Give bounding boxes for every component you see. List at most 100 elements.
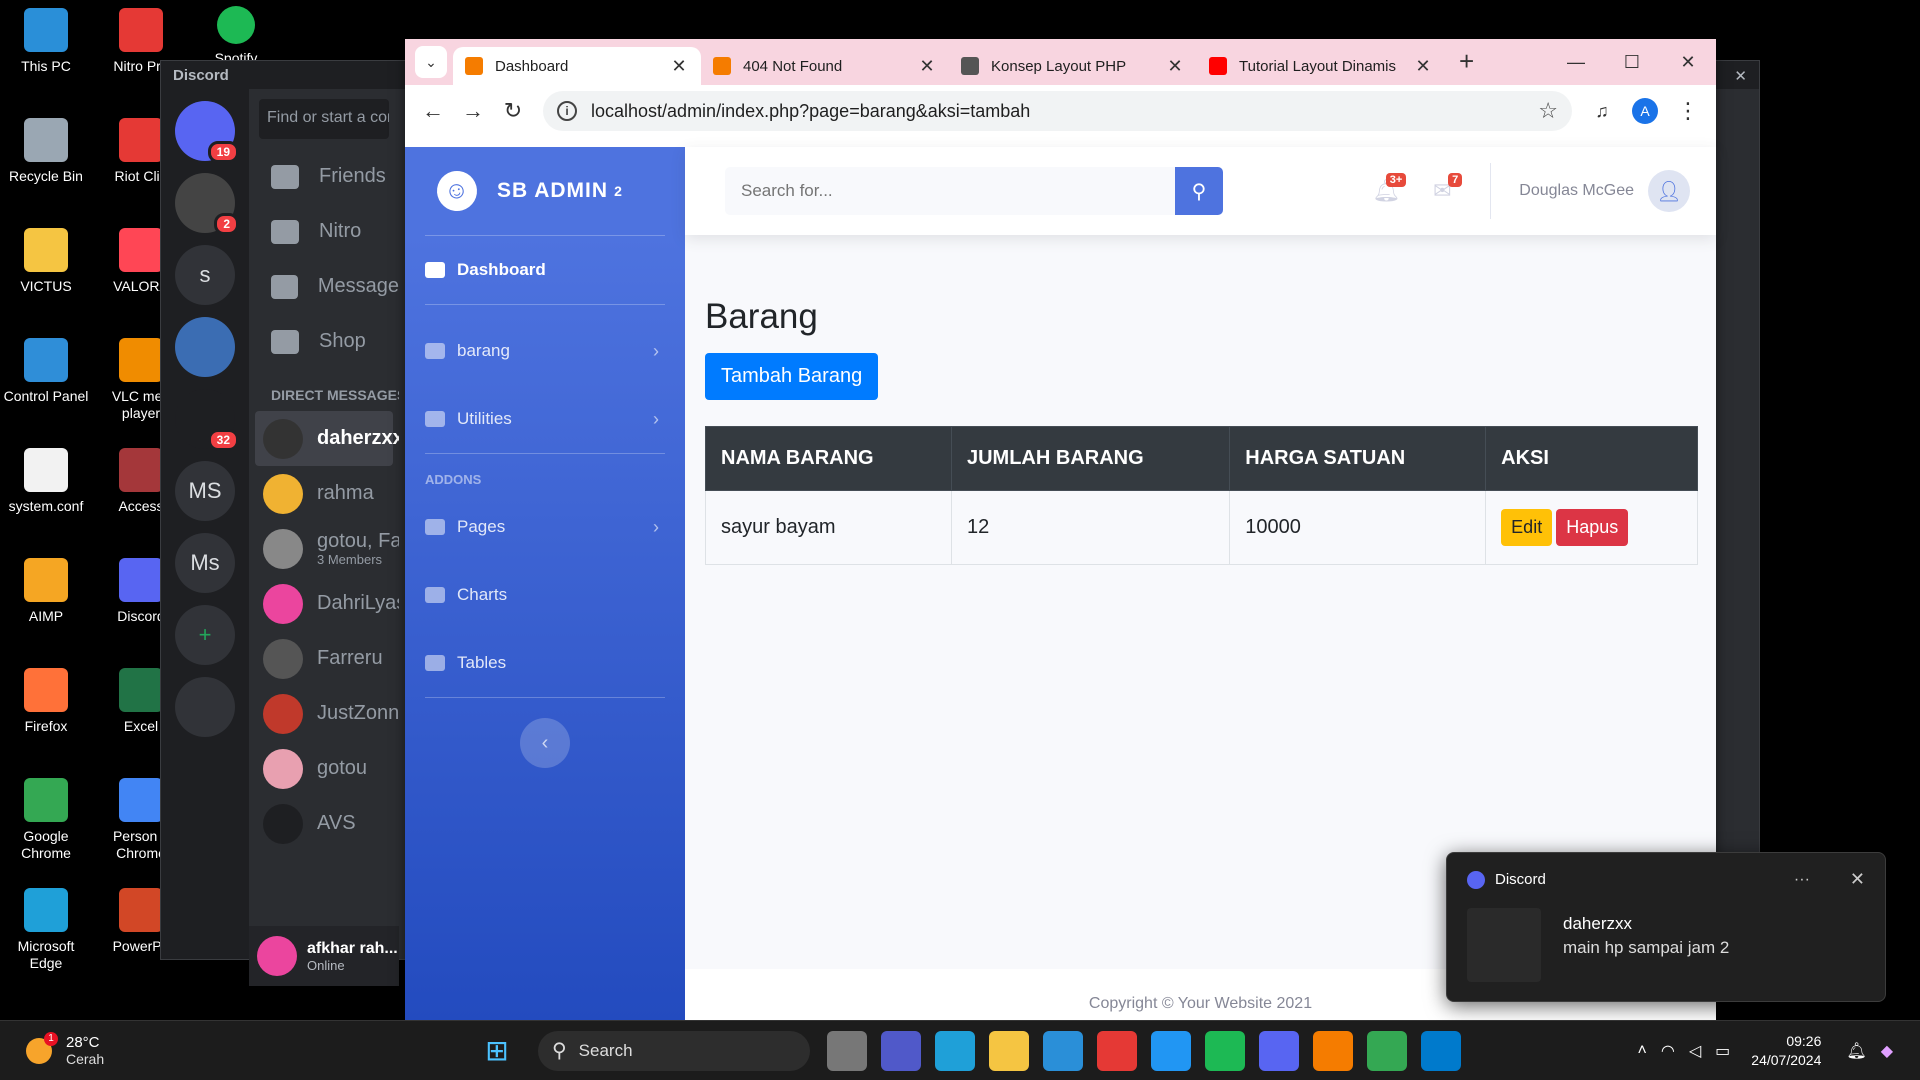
sidebar-item-barang[interactable]: barang › xyxy=(405,317,685,385)
minimize-icon[interactable]: — xyxy=(1548,39,1604,85)
dm-item[interactable]: AVS xyxy=(249,796,399,851)
tab-search-button[interactable]: ⌄ xyxy=(415,46,447,78)
desktop-icon-spotify[interactable]: Spotify xyxy=(190,6,282,66)
close-icon[interactable]: ✕ xyxy=(917,56,937,77)
edit-button[interactable]: Edit xyxy=(1501,509,1553,546)
teams-icon[interactable] xyxy=(881,1030,921,1071)
store-icon[interactable] xyxy=(1043,1030,1083,1071)
dm-item[interactable]: gotou, Fa 3 Members xyxy=(249,521,399,576)
add-item-button[interactable]: Tambah Barang xyxy=(705,353,879,400)
start-button[interactable]: ⊞ xyxy=(477,1031,517,1071)
dm-item[interactable]: Farreru xyxy=(249,631,399,686)
dm-text: gotou, Fa 3 Members xyxy=(317,530,399,567)
more-options-icon[interactable]: ··· xyxy=(1794,871,1810,889)
desktop-icon[interactable]: system.conf xyxy=(0,448,92,515)
forward-button[interactable]: → xyxy=(453,91,493,131)
desktop-icon[interactable]: Google Chrome xyxy=(0,778,92,862)
app-red-icon[interactable] xyxy=(1097,1030,1137,1071)
server-icon[interactable]: 32 xyxy=(175,389,239,451)
back-button[interactable]: ← xyxy=(413,91,453,131)
address-bar[interactable]: i localhost/admin/index.php?page=barang&… xyxy=(543,91,1572,131)
server-icon[interactable]: + xyxy=(175,605,235,665)
desktop-icon[interactable]: Microsoft Edge xyxy=(0,888,92,972)
taskbar-search[interactable]: ⚲ Search xyxy=(538,1030,810,1071)
dm-item[interactable]: JustZonn xyxy=(249,686,399,741)
server-icon[interactable]: 19 xyxy=(175,101,239,163)
dm-header: DIRECT MESSAGES xyxy=(271,387,399,403)
close-icon[interactable]: ✕ xyxy=(669,56,689,77)
close-icon[interactable]: ✕ xyxy=(1413,56,1433,77)
search-input[interactable] xyxy=(725,167,1175,215)
notification-bell-icon[interactable]: 🔔︎ xyxy=(1846,1041,1866,1061)
spotify-icon[interactable] xyxy=(1205,1030,1245,1071)
sidebar-item-pages[interactable]: Pages › xyxy=(405,493,685,561)
desktop-icon[interactable]: Recycle Bin xyxy=(0,118,92,185)
server-icon[interactable]: 2 xyxy=(175,173,239,235)
user-panel[interactable]: afkhar rah... Online xyxy=(249,926,399,986)
bookmark-star-icon[interactable]: ☆ xyxy=(1538,98,1558,124)
avatar[interactable]: 👤︎ xyxy=(1648,170,1690,212)
desktop-icon[interactable]: AIMP xyxy=(0,558,92,625)
close-icon[interactable]: ✕ xyxy=(1165,56,1185,77)
dm-item[interactable]: DahriLyas xyxy=(249,576,399,631)
dm-nav-item[interactable]: Nitro xyxy=(249,204,399,259)
messages-button[interactable]: ✉ 7 xyxy=(1414,171,1470,211)
dm-nav-item[interactable]: Friends xyxy=(249,149,399,204)
delete-button[interactable]: Hapus xyxy=(1556,509,1629,546)
weather-widget[interactable]: 1 28°C Cerah xyxy=(26,1031,104,1067)
media-control-icon[interactable]: ♫ xyxy=(1582,91,1622,131)
find-conversation-input[interactable]: Find or start a conversation xyxy=(259,99,389,139)
volume-icon[interactable]: ◁ xyxy=(1689,1041,1701,1061)
profile-avatar[interactable]: A xyxy=(1632,98,1658,124)
chrome-icon[interactable] xyxy=(1367,1030,1407,1071)
site-info-icon[interactable]: i xyxy=(557,101,577,121)
desktop-icon[interactable]: VICTUS xyxy=(0,228,92,295)
menu-icon[interactable]: ⋮ xyxy=(1668,91,1708,131)
brand[interactable]: ☺ SB ADMIN 2 xyxy=(405,147,685,235)
close-icon[interactable]: ✕ xyxy=(1734,67,1747,85)
server-icon[interactable] xyxy=(175,317,235,377)
file-explorer-icon[interactable] xyxy=(989,1030,1029,1071)
dm-item[interactable]: rahma xyxy=(249,466,399,521)
vscode-icon[interactable] xyxy=(1421,1030,1461,1071)
battery-icon[interactable]: ▭ xyxy=(1715,1041,1730,1061)
notification-toast[interactable]: Discord ··· ✕ daherzxx main hp sampai ja… xyxy=(1446,852,1886,1002)
desktop-icon[interactable]: This PC xyxy=(0,8,92,75)
dm-nav-item[interactable]: Shop xyxy=(249,314,399,369)
sidebar-item-utilities[interactable]: Utilities › xyxy=(405,385,685,453)
discord-icon[interactable] xyxy=(1259,1030,1299,1071)
edge-dev-icon[interactable] xyxy=(1151,1030,1191,1071)
server-icon[interactable]: MS xyxy=(175,461,235,521)
alerts-button[interactable]: 🔔︎ 3+ xyxy=(1358,171,1414,211)
close-icon[interactable]: ✕ xyxy=(1850,869,1865,890)
clock[interactable]: 09:26 24/07/2024 xyxy=(1751,1032,1821,1070)
tab[interactable]: Konsep Layout PHP ✕ xyxy=(949,47,1197,85)
tab[interactable]: Tutorial Layout Dinamis ✕ xyxy=(1197,47,1445,85)
chevron-up-icon[interactable]: ˄ xyxy=(1638,1042,1647,1060)
sidebar-toggle-button[interactable]: ‹ xyxy=(520,718,570,768)
xampp-icon[interactable] xyxy=(1313,1030,1353,1071)
wifi-icon[interactable]: ◠ xyxy=(1661,1041,1675,1061)
copilot-icon[interactable]: ◆ xyxy=(1881,1041,1893,1061)
dm-nav-item[interactable]: Message xyxy=(249,259,399,314)
server-icon[interactable] xyxy=(175,677,235,737)
server-icon[interactable]: s xyxy=(175,245,235,305)
close-icon[interactable]: ✕ xyxy=(1660,39,1716,85)
dm-item[interactable]: gotou xyxy=(249,741,399,796)
sidebar-item-charts[interactable]: Charts xyxy=(405,561,685,629)
sidebar-item-tables[interactable]: Tables xyxy=(405,629,685,697)
desktop-icon[interactable]: Firefox xyxy=(0,668,92,735)
edge-icon[interactable] xyxy=(935,1030,975,1071)
user-name[interactable]: Douglas McGee xyxy=(1519,182,1634,200)
search-button[interactable]: ⚲ xyxy=(1175,167,1223,215)
new-tab-button[interactable]: + xyxy=(1459,46,1474,77)
desktop-icon[interactable]: Control Panel xyxy=(0,338,92,405)
maximize-icon[interactable]: ☐ xyxy=(1604,39,1660,85)
tab[interactable]: 404 Not Found ✕ xyxy=(701,47,949,85)
server-icon[interactable]: Ms xyxy=(175,533,235,593)
dm-item[interactable]: daherzxx xyxy=(255,411,399,466)
task-view-icon[interactable] xyxy=(827,1030,867,1071)
tab[interactable]: Dashboard ✕ xyxy=(453,47,701,85)
sidebar-item-dashboard[interactable]: Dashboard xyxy=(405,236,685,304)
reload-button[interactable]: ↻ xyxy=(493,91,533,131)
